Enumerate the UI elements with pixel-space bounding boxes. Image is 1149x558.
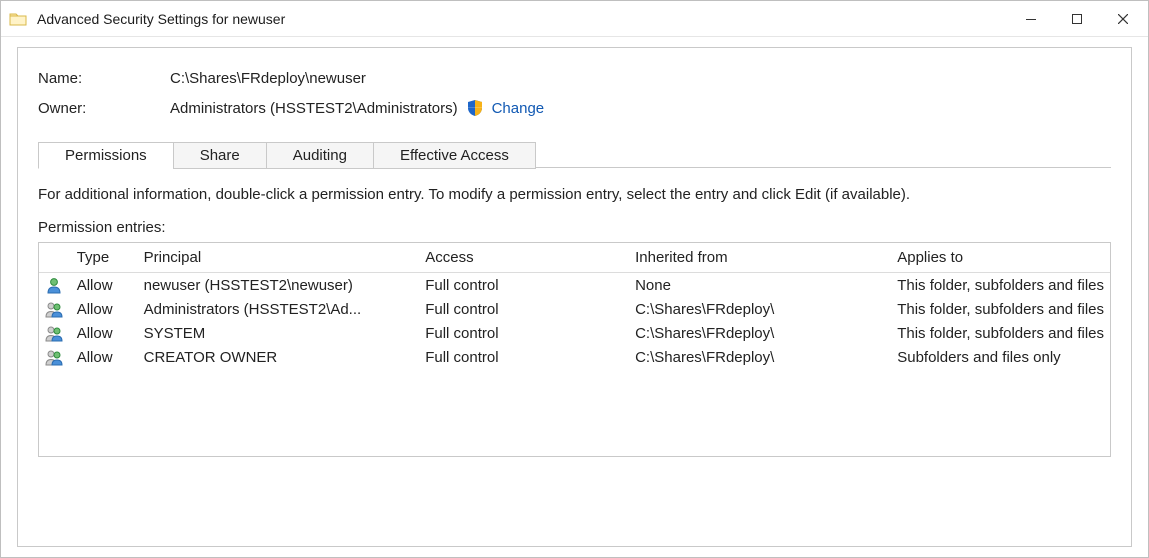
cell-inherited: C:\Shares\FRdeploy\ bbox=[629, 321, 891, 345]
group-icon bbox=[39, 321, 71, 345]
tab-label: Effective Access bbox=[400, 147, 509, 164]
cell-inherited: None bbox=[629, 273, 891, 298]
name-label: Name: bbox=[38, 70, 170, 87]
cell-principal: CREATOR OWNER bbox=[138, 345, 420, 369]
cell-access: Full control bbox=[419, 273, 629, 298]
cell-type: Allow bbox=[71, 321, 138, 345]
cell-access: Full control bbox=[419, 321, 629, 345]
owner-label: Owner: bbox=[38, 100, 170, 117]
table-row[interactable]: AllowCREATOR OWNERFull controlC:\Shares\… bbox=[39, 345, 1110, 369]
col-principal[interactable]: Principal bbox=[138, 243, 420, 273]
group-icon bbox=[39, 297, 71, 321]
window-title: Advanced Security Settings for newuser bbox=[37, 11, 1008, 27]
tab-share[interactable]: Share bbox=[173, 142, 267, 169]
maximize-icon bbox=[1072, 14, 1082, 24]
owner-value: Administrators (HSSTEST2\Administrators) bbox=[170, 100, 458, 117]
col-inherited[interactable]: Inherited from bbox=[629, 243, 891, 273]
tab-auditing[interactable]: Auditing bbox=[266, 142, 374, 169]
table-row[interactable]: Allownewuser (HSSTEST2\newuser)Full cont… bbox=[39, 273, 1110, 298]
tab-label: Share bbox=[200, 147, 240, 164]
minimize-button[interactable] bbox=[1008, 1, 1054, 36]
cell-inherited: C:\Shares\FRdeploy\ bbox=[629, 297, 891, 321]
shield-icon bbox=[466, 99, 484, 117]
cell-applies: This folder, subfolders and files bbox=[891, 273, 1110, 298]
table-row[interactable]: AllowAdministrators (HSSTEST2\Ad...Full … bbox=[39, 297, 1110, 321]
group-icon bbox=[39, 345, 71, 369]
hint-text: For additional information, double-click… bbox=[38, 186, 1111, 203]
table-header-row: Type Principal Access Inherited from App… bbox=[39, 243, 1110, 273]
security-window: Advanced Security Settings for newuser N… bbox=[0, 0, 1149, 558]
table-row[interactable]: AllowSYSTEMFull controlC:\Shares\FRdeplo… bbox=[39, 321, 1110, 345]
titlebar[interactable]: Advanced Security Settings for newuser bbox=[1, 1, 1148, 37]
cell-applies: This folder, subfolders and files bbox=[891, 321, 1110, 345]
change-owner-link[interactable]: Change bbox=[492, 100, 545, 117]
tabs: Permissions Share Auditing Effective Acc… bbox=[38, 141, 1111, 168]
col-icon[interactable] bbox=[39, 243, 71, 273]
owner-row: Owner: Administrators (HSSTEST2\Administ… bbox=[38, 99, 1111, 117]
minimize-icon bbox=[1026, 14, 1036, 24]
name-value: C:\Shares\FRdeploy\newuser bbox=[170, 70, 366, 87]
tab-label: Permissions bbox=[65, 147, 147, 164]
permission-entries-label: Permission entries: bbox=[38, 219, 1111, 236]
maximize-button[interactable] bbox=[1054, 1, 1100, 36]
close-button[interactable] bbox=[1100, 1, 1146, 36]
col-applies[interactable]: Applies to bbox=[891, 243, 1110, 273]
cell-type: Allow bbox=[71, 273, 138, 298]
client-area: Name: C:\Shares\FRdeploy\newuser Owner: … bbox=[1, 37, 1148, 557]
tab-effective-access[interactable]: Effective Access bbox=[373, 142, 536, 169]
cell-access: Full control bbox=[419, 297, 629, 321]
cell-type: Allow bbox=[71, 345, 138, 369]
cell-principal: Administrators (HSSTEST2\Ad... bbox=[138, 297, 420, 321]
folder-icon bbox=[9, 11, 27, 26]
window-controls bbox=[1008, 1, 1146, 36]
permission-entries-grid[interactable]: Type Principal Access Inherited from App… bbox=[38, 242, 1111, 457]
cell-applies: Subfolders and files only bbox=[891, 345, 1110, 369]
content-pane: Name: C:\Shares\FRdeploy\newuser Owner: … bbox=[17, 47, 1132, 547]
cell-type: Allow bbox=[71, 297, 138, 321]
cell-applies: This folder, subfolders and files bbox=[891, 297, 1110, 321]
name-row: Name: C:\Shares\FRdeploy\newuser bbox=[38, 70, 1111, 87]
cell-access: Full control bbox=[419, 345, 629, 369]
cell-inherited: C:\Shares\FRdeploy\ bbox=[629, 345, 891, 369]
tab-permissions[interactable]: Permissions bbox=[38, 142, 174, 169]
tab-label: Auditing bbox=[293, 147, 347, 164]
col-access[interactable]: Access bbox=[419, 243, 629, 273]
cell-principal: newuser (HSSTEST2\newuser) bbox=[138, 273, 420, 298]
col-type[interactable]: Type bbox=[71, 243, 138, 273]
cell-principal: SYSTEM bbox=[138, 321, 420, 345]
user-icon bbox=[39, 273, 71, 298]
close-icon bbox=[1118, 14, 1128, 24]
